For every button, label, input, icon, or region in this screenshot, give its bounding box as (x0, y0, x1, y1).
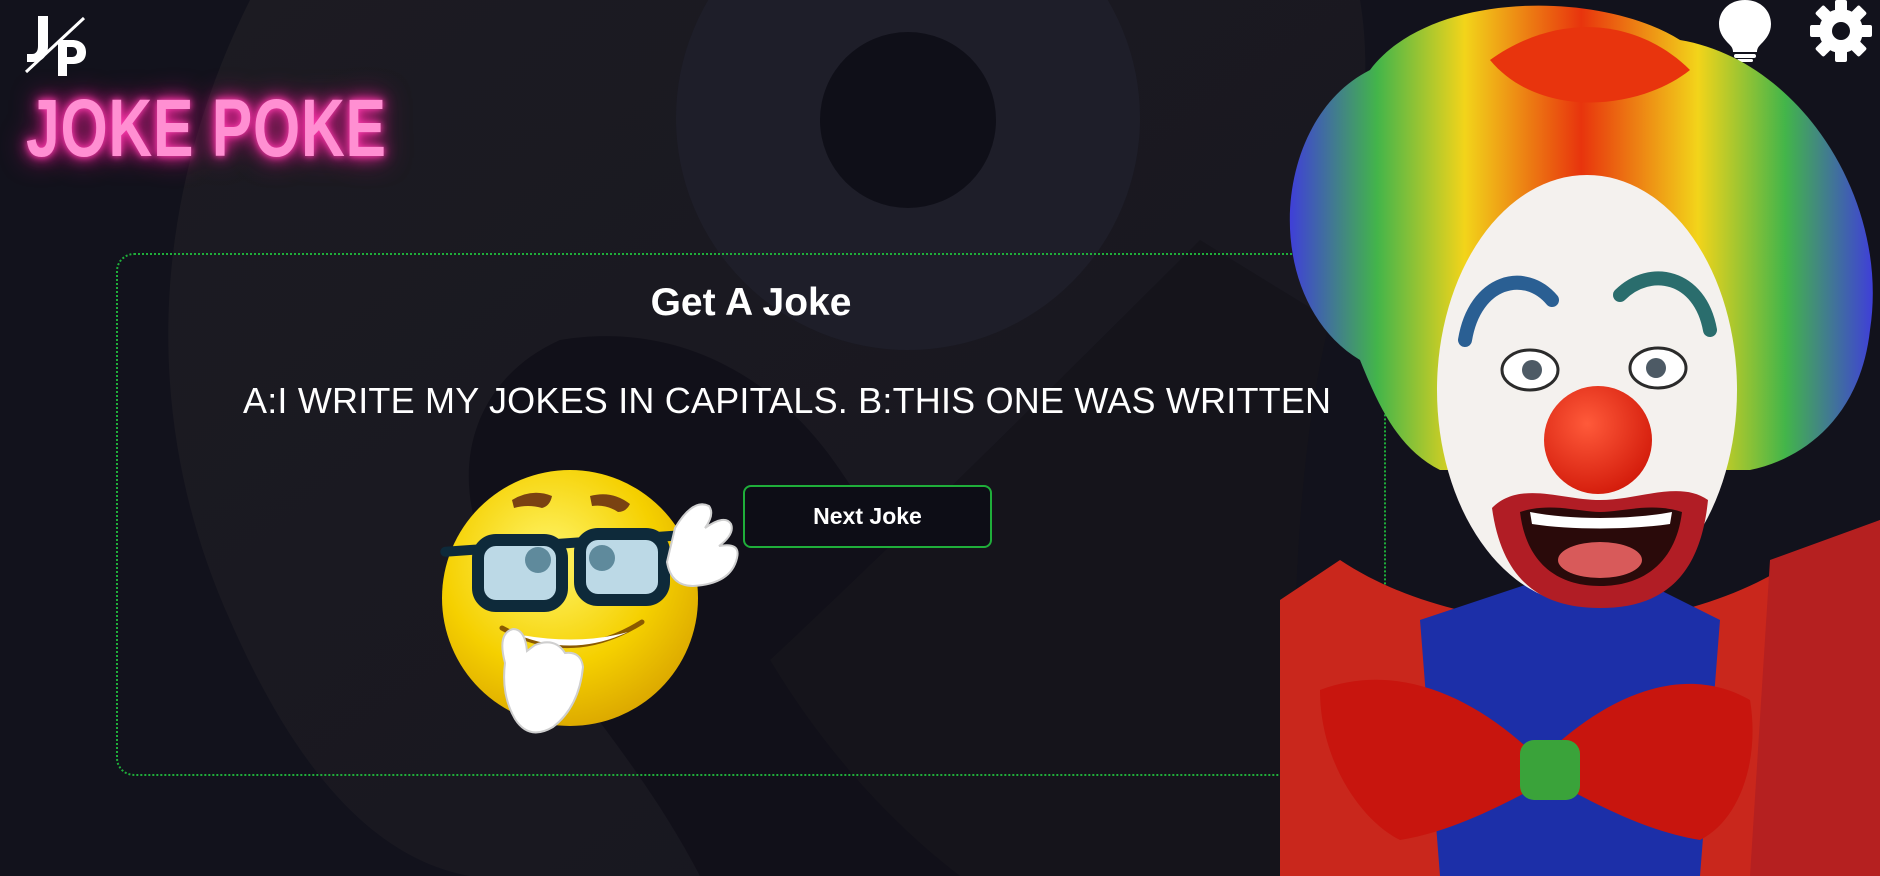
clown-image (1280, 5, 1880, 876)
app-title: JOKE POKE (26, 83, 387, 174)
card-title: Get A Joke (650, 281, 852, 324)
next-joke-button[interactable]: Next Joke (743, 485, 992, 548)
logo-icon[interactable] (24, 12, 90, 78)
nerd-emoji-image (440, 470, 739, 734)
joke-text: A:I WRITE MY JOKES IN CAPITALS. B:THIS O… (243, 380, 1332, 421)
